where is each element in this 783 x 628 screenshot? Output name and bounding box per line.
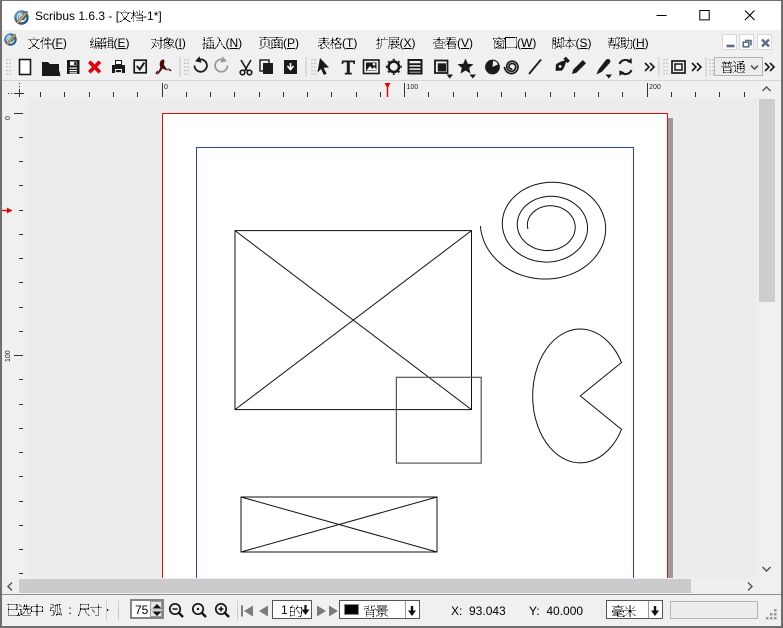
- svg-text:100: 100: [407, 84, 419, 91]
- svg-text:100: 100: [5, 350, 12, 362]
- svg-text:200: 200: [649, 84, 661, 91]
- svg-text:0: 0: [164, 84, 168, 91]
- svg-text:0: 0: [5, 116, 12, 120]
